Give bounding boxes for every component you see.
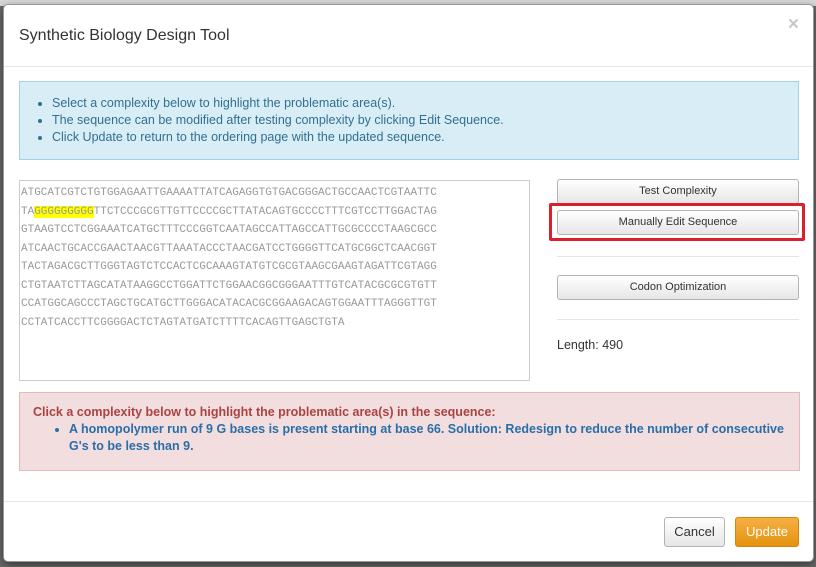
sequence-line: CTGTAATCTTAGCATATAAGGCCTGGATTCTGGAACGGCG…: [21, 279, 437, 292]
complexity-list: A homopolymer run of 9 G bases is presen…: [53, 421, 789, 455]
length-label: Length:: [557, 338, 599, 352]
divider: [557, 256, 799, 257]
complexity-issue-link[interactable]: A homopolymer run of 9 G bases is presen…: [69, 421, 789, 455]
length-value: 490: [602, 338, 624, 352]
sequence-line: TACTAGACGCTTGGGTAGTCTCCACTCGCAAAGTATGTCG…: [21, 261, 437, 273]
sequence-textarea[interactable]: ATGCATCGTCTGTGGAGAATTGAAAATTATCAGAGGTGTG…: [19, 180, 530, 381]
test-complexity-button[interactable]: Test Complexity: [557, 179, 799, 204]
divider: [557, 319, 799, 320]
modal-header: Synthetic Biology Design Tool ×: [4, 5, 813, 67]
info-list: Select a complexity below to highlight t…: [20, 82, 798, 146]
sequence-line: TAGGGGGGGGGTTCTCCCGCGTTGTTCCCCGCTTATACAG…: [21, 203, 528, 222]
annotation-highlight-box: [549, 203, 805, 241]
info-item: Select a complexity below to highlight t…: [52, 95, 798, 112]
modal-footer-divider: [4, 501, 813, 502]
complexity-alert: Click a complexity below to highlight th…: [19, 392, 800, 471]
sequence-segment: TTCTCCCGCGTTGTTCCCCGCTTATACAGTGCCCCTTTCG…: [93, 205, 437, 218]
complexity-title: Click a complexity below to highlight th…: [33, 405, 496, 419]
sequence-line: CCTATCACCTTCGGGGACTCTAGTATGATCTTTTCACAGT…: [21, 316, 345, 329]
highlighted-homopolymer: GGGGGGGGG: [34, 205, 94, 218]
close-icon[interactable]: ×: [788, 15, 799, 35]
info-item: The sequence can be modified after testi…: [52, 112, 798, 129]
info-item: Click Update to return to the ordering p…: [52, 129, 798, 146]
sequence-length: Length: 490: [557, 338, 623, 352]
sequence-segment: TA: [21, 205, 35, 218]
cancel-button[interactable]: Cancel: [664, 517, 725, 547]
sequence-line: CCATGGCAGCCCTAGCTGCATGCTTGGGACATACACGCGG…: [21, 298, 437, 310]
codon-optimization-button[interactable]: Codon Optimization: [557, 275, 799, 300]
sequence-line: ATCAACTGCACCGAACTAACGTTAAATACCCTAACGATCC…: [21, 242, 437, 255]
sequence-line: GTAAGTCCTCGGAAATCATGCTTTCCCGGTCAATAGCCAT…: [21, 224, 437, 236]
modal-title: Synthetic Biology Design Tool: [19, 27, 230, 44]
sequence-line: ATGCATCGTCTGTGGAGAATTGAAAATTATCAGAGGTGTG…: [21, 187, 437, 199]
info-alert: Select a complexity below to highlight t…: [19, 81, 799, 160]
design-tool-modal: Synthetic Biology Design Tool × Select a…: [3, 4, 814, 562]
update-button[interactable]: Update: [735, 517, 799, 547]
